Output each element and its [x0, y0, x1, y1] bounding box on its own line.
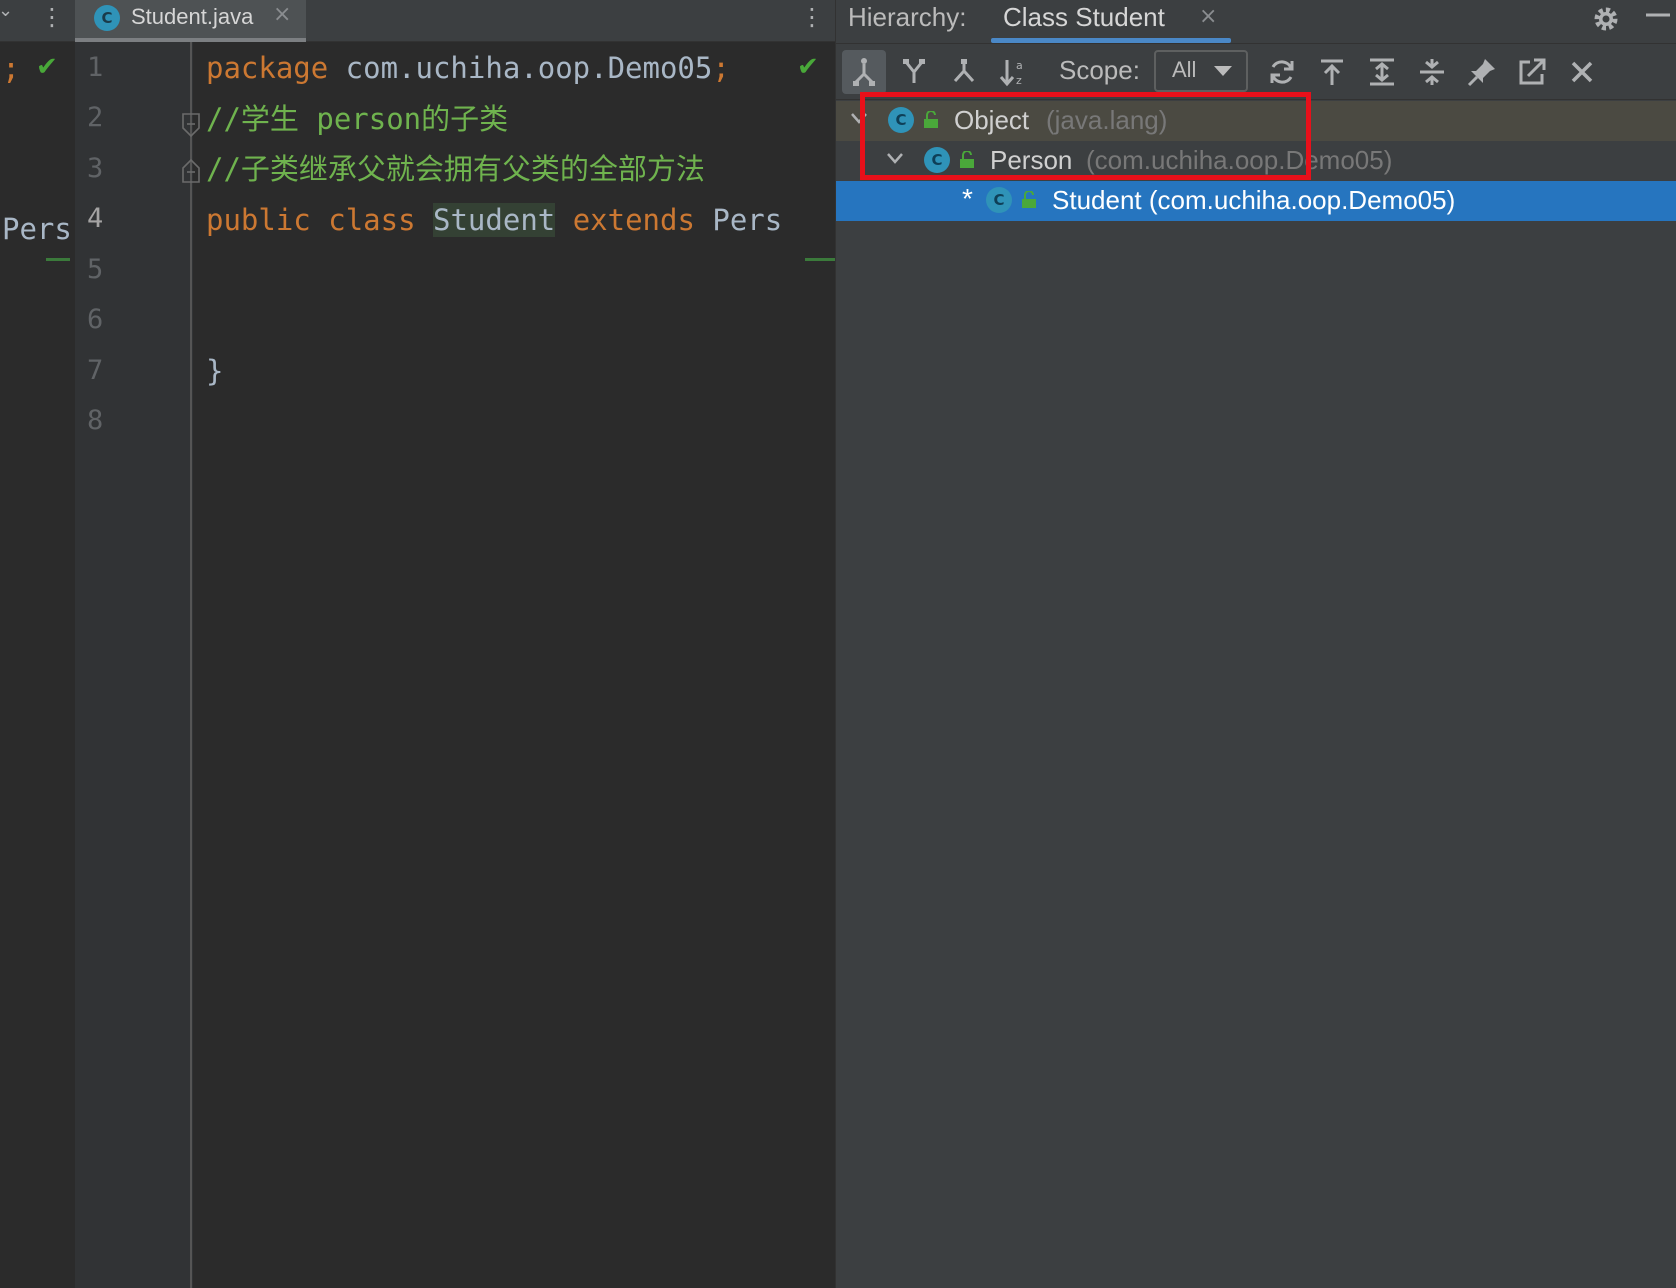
editor-tabbar: C Student.java × ⋮	[75, 0, 835, 42]
line-number: 6	[87, 304, 104, 335]
tab-label: Class Student	[1003, 2, 1165, 32]
expand-all-button[interactable]	[1360, 50, 1404, 94]
package-name: com.uchiha.oop.Demo05	[328, 51, 713, 85]
pin-icon	[1467, 59, 1495, 87]
keyword-package: package	[206, 51, 329, 85]
supertypes-icon	[903, 59, 925, 83]
inspection-underline	[805, 258, 835, 261]
sort-alpha-icon: az	[999, 59, 1023, 87]
class-icon: C	[986, 187, 1012, 213]
pin-tab-button[interactable]	[1460, 50, 1504, 94]
line-number: 5	[87, 254, 104, 285]
hierarchy-tool-window: Hierarchy: Class Student × az Scope: All	[835, 0, 1676, 1288]
sort-alphabetically-button[interactable]: az	[992, 50, 1036, 94]
keyword-class: class	[328, 203, 416, 237]
code-line-class-declaration[interactable]: public class Student extends Pers	[206, 200, 782, 240]
hierarchy-header: Hierarchy: Class Student ×	[836, 0, 1676, 44]
refresh-button[interactable]	[1260, 50, 1304, 94]
export-up-icon	[1321, 59, 1343, 85]
close-hierarchy-button[interactable]	[1560, 50, 1604, 94]
close-icon	[1571, 61, 1593, 83]
minimize-icon[interactable]	[1644, 0, 1672, 30]
current-class-marker: *	[962, 183, 973, 214]
tab-student-java[interactable]: C Student.java ×	[75, 0, 306, 42]
class-name: Student	[433, 203, 556, 237]
subtypes-icon	[953, 59, 975, 83]
check-icon: ✔	[36, 52, 58, 82]
expand-all-icon	[1370, 58, 1394, 86]
fold-marker-icon[interactable]	[181, 112, 201, 138]
refresh-icon	[1270, 60, 1294, 84]
subtypes-hierarchy-button[interactable]	[942, 50, 986, 94]
supertypes-hierarchy-button[interactable]	[892, 50, 936, 94]
code-comment-line[interactable]: //子类继承父就会拥有父类的全部方法	[206, 149, 705, 189]
left-editor-strip: ⌄ ⋮ ; ✔ Pers	[0, 0, 75, 1288]
tab-class-student[interactable]: Class Student ×	[991, 0, 1231, 44]
closing-brace[interactable]: }	[206, 351, 223, 391]
type-hierarchy-button[interactable]	[842, 50, 886, 94]
code-fragment-semicolon: ;	[2, 52, 21, 87]
scope-dropdown[interactable]: All	[1154, 50, 1248, 92]
line-number: 7	[87, 355, 104, 386]
open-in-window-button[interactable]	[1510, 50, 1554, 94]
gear-icon[interactable]	[1591, 4, 1621, 34]
left-tabbar: ⌄ ⋮	[0, 0, 75, 42]
dropdown-arrow-icon	[1214, 66, 1232, 76]
hierarchy-tree: C Object (java.lang) C Person (com.uchih…	[836, 101, 1676, 1288]
inspection-underline	[46, 258, 70, 261]
type-hierarchy-icon	[853, 58, 875, 86]
code-line-package[interactable]: package com.uchiha.oop.Demo05;	[206, 48, 730, 88]
fold-marker-icon[interactable]	[181, 158, 201, 184]
code-editor[interactable]: C Student.java × ⋮ 1 2 3 4 5 6 7 8 packa…	[75, 0, 835, 1288]
more-options-icon[interactable]: ⋮	[40, 2, 64, 32]
keyword-public: public	[206, 203, 311, 237]
gutter-divider	[190, 42, 192, 1288]
tab-label: Student.java	[131, 4, 254, 29]
line-number: 3	[87, 153, 104, 184]
semicolon: ;	[712, 51, 730, 85]
node-class-name: Student (com.uchiha.oop.Demo05)	[1052, 185, 1456, 215]
close-tab-icon[interactable]: ×	[273, 2, 291, 27]
keyword-extends: extends	[572, 203, 695, 237]
collapse-all-icon	[1420, 59, 1444, 85]
active-tab-indicator	[991, 38, 1231, 43]
scope-label: Scope:	[1059, 55, 1140, 85]
base-on-this-class-button[interactable]	[1310, 50, 1354, 94]
public-access-icon	[1021, 190, 1037, 209]
line-number: 2	[87, 102, 104, 133]
check-icon: ✔	[797, 52, 819, 82]
annotation-highlight-box	[860, 92, 1311, 180]
more-options-icon[interactable]: ⋮	[800, 2, 824, 32]
superclass-name: Pers	[712, 203, 783, 237]
scope-value: All	[1172, 57, 1197, 82]
external-window-icon	[1519, 58, 1546, 85]
svg-text:z: z	[1016, 74, 1022, 87]
svg-text:a: a	[1016, 59, 1023, 72]
code-comment-line[interactable]: //学生 person的子类	[206, 99, 508, 139]
java-class-icon: C	[94, 5, 120, 31]
chevron-down-icon[interactable]: ⌄	[0, 0, 13, 21]
tree-node-student[interactable]: * C Student (com.uchiha.oop.Demo05)	[836, 181, 1676, 221]
collapse-all-button[interactable]	[1410, 50, 1454, 94]
code-fragment: Pers	[2, 212, 72, 246]
line-number: 4	[87, 203, 104, 234]
line-number: 8	[87, 405, 104, 436]
line-number: 1	[87, 52, 104, 83]
hierarchy-title: Hierarchy:	[848, 2, 967, 32]
close-tab-icon[interactable]: ×	[1199, 4, 1217, 29]
